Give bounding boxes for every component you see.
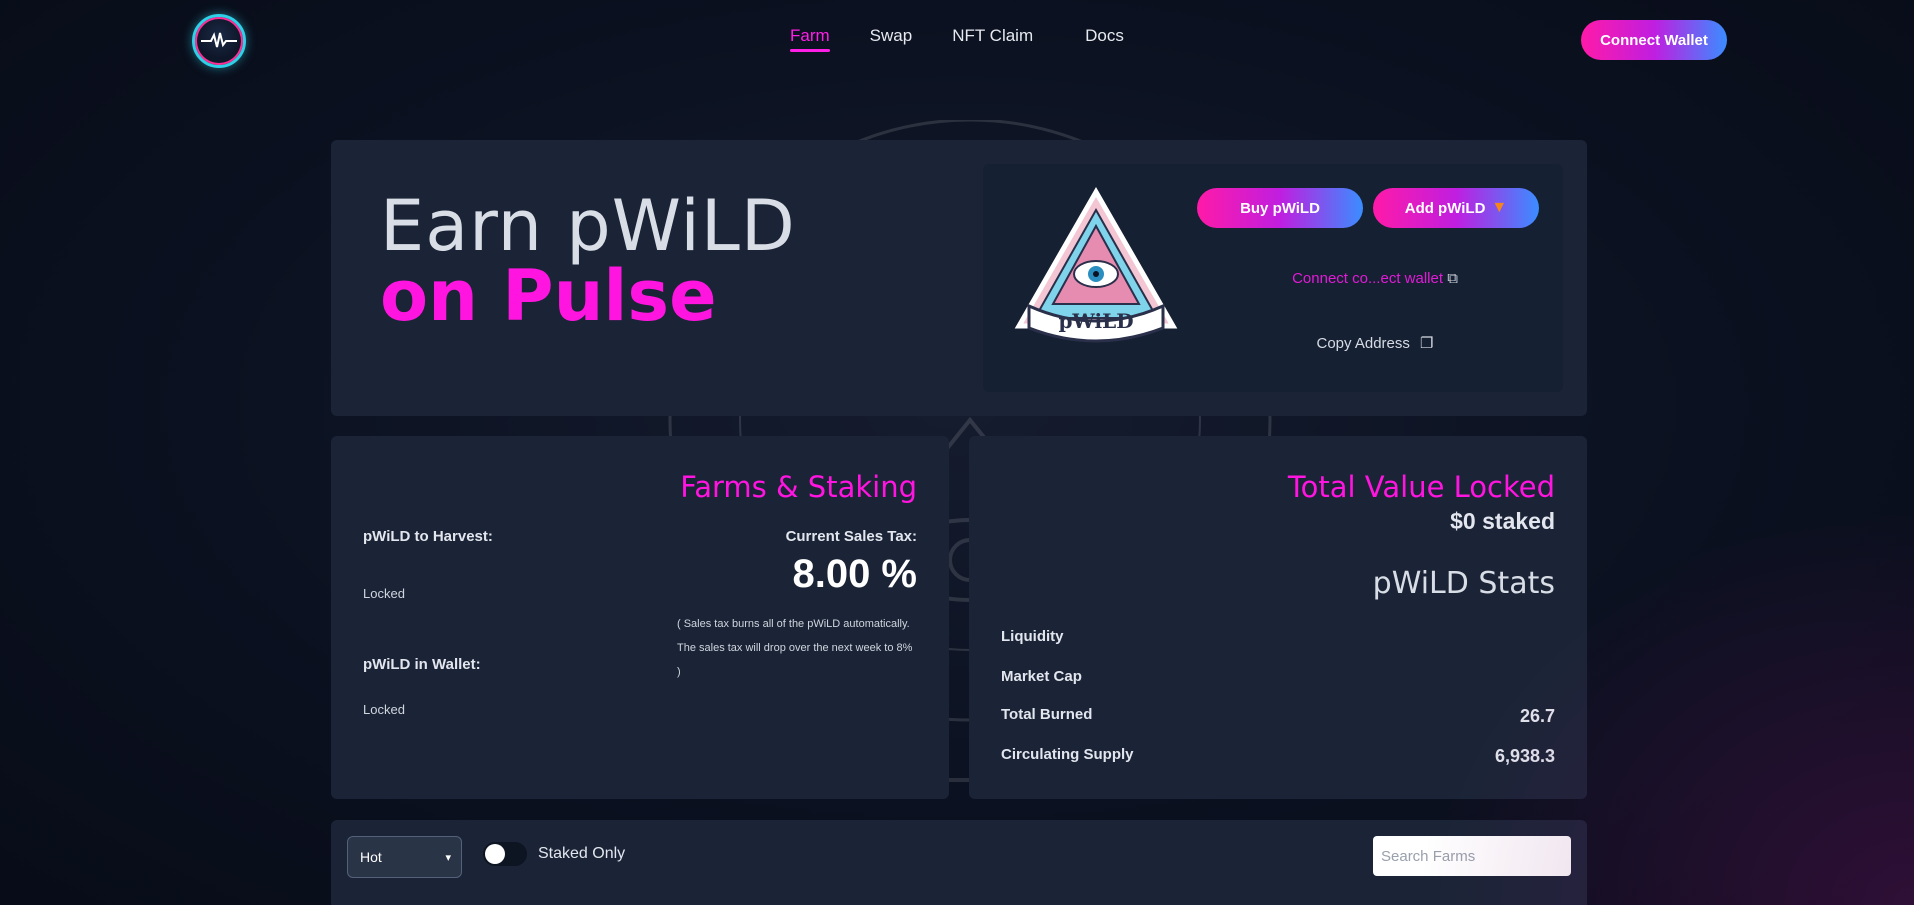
wallet-label: pWiLD in Wallet: — [363, 656, 481, 673]
nav-nft-claim[interactable]: NFT Claim — [952, 26, 1033, 46]
hero-panel: Earn pWiLD on Pulse pWiLD Buy pWiLD Add … — [331, 140, 1587, 416]
pwild-token-emblem: pWiLD — [1014, 186, 1178, 343]
farms-title: Farms & Staking — [680, 470, 917, 504]
emblem-text: pWiLD — [1058, 309, 1133, 333]
sort-selected-value: Hot — [360, 849, 382, 865]
buy-pwild-button[interactable]: Buy pWiLD — [1197, 188, 1363, 228]
harvest-label: pWiLD to Harvest: — [363, 528, 493, 545]
sales-tax-value: 8.00 % — [792, 552, 917, 596]
tax-note-line-1: ( Sales tax burns all of the pWiLD autom… — [677, 618, 910, 630]
site-logo[interactable] — [192, 14, 246, 68]
contract-link[interactable]: Connect co...ect wallet ⧉ — [1215, 270, 1535, 287]
hero-title: Earn pWiLD — [380, 185, 796, 267]
stat-label: Circulating Supply — [1001, 746, 1134, 763]
harvest-value: Locked — [363, 586, 405, 601]
sales-tax-label: Current Sales Tax: — [785, 528, 917, 545]
external-link-icon: ⧉ — [1447, 270, 1458, 287]
nav-swap[interactable]: Swap — [870, 26, 913, 46]
copy-address-button[interactable]: Copy Address ❐ — [1215, 334, 1535, 352]
connect-wallet-button[interactable]: Connect Wallet — [1581, 20, 1727, 60]
wallet-value: Locked — [363, 702, 405, 717]
copy-address-label: Copy Address — [1316, 335, 1410, 352]
tax-note-line-2: The sales tax will drop over the next we… — [677, 642, 913, 678]
stats-title: pWiLD Stats — [1372, 566, 1555, 601]
stat-value: 26.7 — [1519, 706, 1555, 726]
stat-label: Liquidity — [1001, 628, 1064, 645]
pulse-logo-icon — [201, 32, 237, 48]
staked-only-label: Staked Only — [538, 845, 626, 862]
chevron-down-icon: ▾ — [445, 851, 451, 864]
add-pwild-label: Add pWiLD — [1404, 199, 1486, 217]
tvl-staked: $0 staked — [1450, 508, 1555, 534]
stat-row-total-burned: Total Burned 26.7 — [1001, 706, 1555, 727]
farms-staking-panel: Farms & Staking pWiLD to Harvest: Locked… — [331, 436, 949, 799]
add-pwild-button[interactable]: Add pWiLD ▼ — [1373, 188, 1539, 228]
nav-docs[interactable]: Docs — [1085, 26, 1124, 46]
tvl-panel: Total Value Locked $0 staked pWiLD Stats… — [969, 436, 1587, 799]
tvl-title: Total Value Locked — [1287, 470, 1555, 504]
copy-icon: ❐ — [1420, 335, 1434, 352]
metamask-fox-icon: ▼ — [1491, 199, 1508, 216]
staked-only-toggle[interactable] — [483, 842, 527, 866]
stat-row-liquidity: Liquidity — [1001, 628, 1555, 645]
main-nav: Farm Swap NFT Claim Docs — [790, 26, 1124, 52]
search-farms-input[interactable] — [1373, 836, 1571, 876]
stat-label: Total Burned — [1001, 706, 1093, 723]
sales-tax-note: ( Sales tax burns all of the pWiLD autom… — [677, 612, 917, 684]
stat-row-circulating-supply: Circulating Supply 6,938.3 — [1001, 746, 1555, 767]
stat-label: Market Cap — [1001, 668, 1082, 685]
hero-subtitle: on Pulse — [380, 255, 717, 337]
stat-value: 6,938.3 — [1494, 746, 1555, 766]
sort-select[interactable]: Hot ▾ — [347, 836, 462, 878]
top-navigation: Farm Swap NFT Claim Docs Connect Wallet — [0, 0, 1914, 80]
token-card: pWiLD Buy pWiLD Add pWiLD ▼ Connect co..… — [983, 164, 1563, 392]
farm-filter-bar: Hot ▾ Staked Only — [331, 820, 1587, 905]
stat-row-market-cap: Market Cap — [1001, 668, 1555, 685]
nav-farm[interactable]: Farm — [790, 26, 830, 52]
contract-link-text: Connect co...ect wallet — [1292, 270, 1444, 287]
